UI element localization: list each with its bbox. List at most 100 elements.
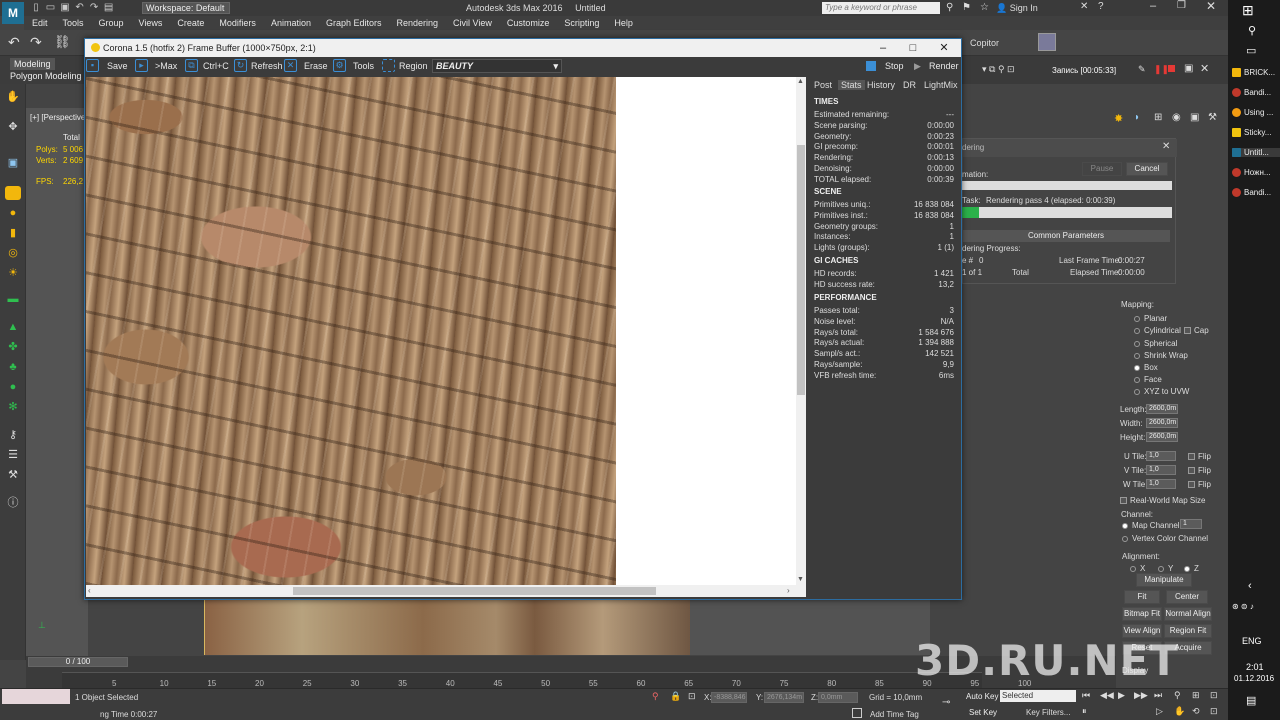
- time-slider[interactable]: 0 / 100: [28, 657, 128, 667]
- sign-in-link[interactable]: 👤 Sign In: [996, 3, 1038, 14]
- cap-checkbox[interactable]: Cap: [1184, 326, 1209, 335]
- tab-dr[interactable]: DR: [903, 80, 916, 90]
- key-icon[interactable]: ⚷: [5, 428, 21, 442]
- zoom-icon[interactable]: ⚲: [1174, 690, 1181, 701]
- isolate-icon[interactable]: ⚲: [652, 691, 659, 702]
- key-mode-icon[interactable]: ⊸: [942, 697, 950, 708]
- sun-icon[interactable]: ☀: [5, 266, 21, 280]
- mapping-xyz-to-uvw[interactable]: XYZ to UVW: [1134, 387, 1189, 396]
- lock-icon[interactable]: 🔒: [670, 691, 681, 702]
- menu-graph-editors[interactable]: Graph Editors: [318, 16, 389, 30]
- y-coordinate-field[interactable]: 2676,134m: [764, 692, 804, 703]
- vertical-scroll-thumb[interactable]: [797, 145, 805, 395]
- erase-button[interactable]: Erase: [304, 61, 328, 71]
- tools-button[interactable]: Tools: [353, 61, 374, 71]
- align-y[interactable]: Y: [1158, 564, 1173, 573]
- camera-icon[interactable]: ▣: [1184, 63, 1193, 74]
- green-cone-icon[interactable]: ▲: [5, 320, 21, 334]
- send-to-max-icon[interactable]: ▸: [135, 59, 148, 72]
- undo-tool-icon[interactable]: ↶: [8, 34, 20, 51]
- language-indicator[interactable]: ENG: [1242, 636, 1262, 646]
- search-icon[interactable]: ⚲: [946, 2, 953, 13]
- vfb-maximize-icon[interactable]: □: [898, 40, 928, 56]
- goto-start-icon[interactable]: ⏮: [1082, 690, 1090, 701]
- width-field[interactable]: 2600,0m: [1146, 418, 1178, 428]
- hand-icon[interactable]: ✋: [5, 90, 21, 104]
- teapot-icon[interactable]: ♣: [5, 360, 21, 374]
- motion-tab-icon[interactable]: ◉: [1172, 112, 1181, 123]
- z-coordinate-field[interactable]: 0,0mm: [818, 692, 858, 703]
- goto-end-icon[interactable]: ⏭: [1154, 690, 1162, 701]
- erase-icon[interactable]: ✕: [284, 59, 297, 72]
- align-x[interactable]: X: [1130, 564, 1145, 573]
- real-world-map-size[interactable]: Real-World Map Size: [1120, 496, 1205, 505]
- timeline-track[interactable]: [62, 672, 982, 688]
- align-z[interactable]: Z: [1184, 564, 1199, 573]
- set-key-button[interactable]: Set Key: [969, 708, 997, 717]
- tab-modeling[interactable]: Modeling: [10, 58, 55, 70]
- key-mode-toggle-icon[interactable]: ⏸: [1082, 706, 1087, 717]
- render-dialog-close-icon[interactable]: ✕: [1162, 141, 1170, 152]
- task-view-icon[interactable]: ▭: [1246, 44, 1256, 57]
- region-icon[interactable]: [382, 59, 395, 72]
- mapping-spherical[interactable]: Spherical: [1134, 339, 1177, 348]
- viewport-icon[interactable]: ▣: [5, 156, 21, 170]
- map-channel-field[interactable]: 1: [1180, 519, 1202, 529]
- tab-history[interactable]: History: [867, 80, 895, 90]
- favorites-icon[interactable]: ☆: [980, 2, 989, 13]
- menu-help[interactable]: Help: [606, 16, 640, 30]
- scroll-right-icon[interactable]: ›: [787, 586, 790, 595]
- menu-tools[interactable]: Tools: [55, 16, 91, 30]
- stop-button[interactable]: Stop: [885, 61, 904, 71]
- u-flip-check[interactable]: [1188, 453, 1195, 461]
- mapping-cylindrical[interactable]: Cylindrical: [1134, 326, 1181, 335]
- clock-time[interactable]: 2:01: [1246, 662, 1264, 672]
- redo-icon[interactable]: ↷: [88, 2, 100, 14]
- mapping-planar[interactable]: Planar: [1134, 314, 1167, 323]
- vtile-field[interactable]: 1,0: [1146, 465, 1176, 475]
- tray-icons[interactable]: ⊛ ⊜ ♪: [1232, 602, 1254, 611]
- tab-post[interactable]: Post: [814, 80, 832, 90]
- copitor-label[interactable]: Copitor: [970, 38, 999, 48]
- send-to-max-button[interactable]: >Max: [155, 61, 177, 71]
- tab-lightmix[interactable]: LightMix: [924, 80, 958, 90]
- refresh-icon[interactable]: ↻: [234, 59, 247, 72]
- menu-edit[interactable]: Edit: [24, 16, 55, 30]
- key-filters-button[interactable]: Key Filters...: [1026, 708, 1070, 717]
- next-frame-icon[interactable]: ▶▶: [1134, 690, 1148, 701]
- clock-date[interactable]: 01.12.2016: [1234, 674, 1274, 683]
- tab-stats[interactable]: Stats: [838, 80, 865, 90]
- w-flip[interactable]: Flip: [1188, 480, 1211, 489]
- manipulate-button[interactable]: Manipulate: [1136, 573, 1192, 587]
- stop-record-icon[interactable]: [1168, 65, 1175, 72]
- length-field[interactable]: 2600,0m: [1146, 404, 1178, 414]
- record-controls-icon[interactable]: ▾ ⧉ ⚲ ⊡: [982, 64, 1015, 75]
- menu-group[interactable]: Group: [91, 16, 131, 30]
- save-button[interactable]: Save: [107, 61, 128, 71]
- menu-customize[interactable]: Customize: [499, 16, 557, 30]
- radio-cylindrical[interactable]: [1134, 327, 1140, 334]
- taskbar-item-sticky[interactable]: Sticky...: [1232, 128, 1280, 138]
- green-box-icon[interactable]: ▬: [5, 292, 21, 306]
- mapping-box[interactable]: Box: [1134, 363, 1158, 372]
- radio-planar[interactable]: [1134, 315, 1140, 322]
- move-icon[interactable]: ✥: [5, 120, 21, 134]
- cortana-search-icon[interactable]: ⚲: [1248, 24, 1256, 37]
- selection-set-dropdown[interactable]: Selected: [1000, 690, 1076, 702]
- absolute-mode-icon[interactable]: ⊡: [688, 691, 696, 702]
- real-world-check[interactable]: [1120, 497, 1127, 505]
- menu-civil-view[interactable]: Civil View: [445, 16, 499, 30]
- cap-check[interactable]: [1184, 327, 1191, 335]
- clover-icon[interactable]: ✤: [5, 340, 21, 354]
- horizontal-scroll-thumb[interactable]: [293, 587, 656, 595]
- x-coordinate-field[interactable]: -8388,846: [711, 692, 747, 703]
- vertex-color-radio[interactable]: Vertex Color Channel: [1122, 534, 1208, 543]
- auto-key-button[interactable]: Auto Key: [966, 692, 998, 701]
- center-button[interactable]: Center: [1166, 590, 1208, 604]
- create-tab-icon[interactable]: ✸: [1114, 112, 1123, 125]
- infocenter-icon[interactable]: ⚑: [962, 2, 971, 13]
- pen-icon[interactable]: ✎: [1138, 64, 1146, 75]
- height-field[interactable]: 2600,0m: [1146, 432, 1178, 442]
- close-icon[interactable]: ✕: [1206, 0, 1216, 13]
- cancel-button[interactable]: Cancel: [1126, 162, 1168, 176]
